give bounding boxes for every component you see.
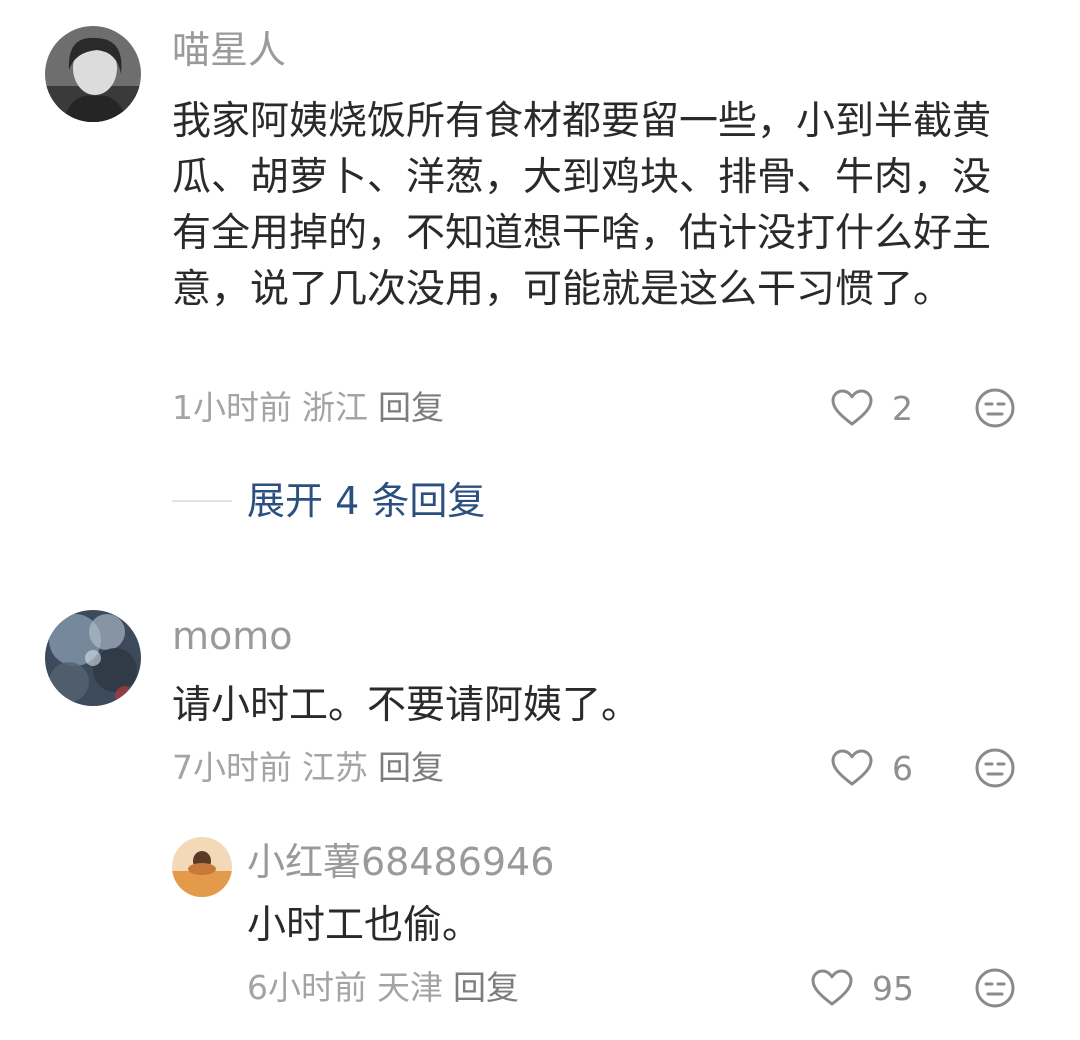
avatar-momo[interactable]	[45, 610, 141, 706]
comment-time: 1小时前	[172, 388, 292, 427]
comment-location: 江苏	[302, 748, 368, 787]
reply-location: 天津	[377, 968, 443, 1007]
expand-divider	[172, 500, 232, 502]
neutral-face-icon	[975, 748, 1015, 788]
comment-time: 7小时前	[172, 748, 292, 787]
comment-meta: 1小时前 浙江 回复	[172, 388, 454, 428]
avatar-miaoxingren[interactable]	[45, 26, 141, 122]
reply-button[interactable]: 回复	[378, 388, 444, 427]
expand-replies-button[interactable]: 展开 4 条回复	[247, 478, 485, 524]
reply-time: 6小时前	[247, 968, 367, 1007]
reply-meta: 6小时前 天津 回复	[247, 968, 529, 1008]
comment-username[interactable]: 喵星人	[172, 28, 286, 72]
user-photo-image	[45, 610, 141, 706]
reply-username[interactable]: 小红薯68486946	[247, 840, 554, 884]
user-photo-image	[172, 837, 232, 897]
reply-button[interactable]: 回复	[453, 968, 519, 1007]
heart-outline-icon	[831, 389, 873, 426]
neutral-face-icon	[975, 388, 1015, 428]
neutral-face-icon	[975, 968, 1015, 1008]
like-count: 95	[872, 968, 914, 1008]
like-button[interactable]: 2	[830, 386, 913, 430]
comment-location: 浙江	[302, 388, 368, 427]
comment-username[interactable]: momo	[172, 614, 293, 658]
like-count: 2	[892, 388, 913, 428]
user-photo-image	[45, 26, 141, 122]
comment-meta: 7小时前 江苏 回复	[172, 748, 454, 788]
heart-outline-icon	[831, 749, 873, 786]
reply-button[interactable]: 回复	[378, 748, 444, 787]
like-button[interactable]: 95	[810, 966, 914, 1010]
like-count: 6	[892, 748, 913, 788]
dislike-button[interactable]	[974, 387, 1016, 429]
dislike-button[interactable]	[974, 747, 1016, 789]
comment-text: 我家阿姨烧饭所有食材都要留一些，小到半截黄瓜、胡萝卜、洋葱，大到鸡块、排骨、牛肉…	[172, 99, 992, 312]
like-button[interactable]: 6	[830, 746, 913, 790]
comment-text: 请小时工。不要请阿姨了。	[172, 683, 641, 728]
dislike-button[interactable]	[974, 967, 1016, 1009]
avatar-xiaohongshu[interactable]	[172, 837, 232, 897]
reply-text: 小时工也偷。	[247, 903, 482, 948]
heart-outline-icon	[811, 969, 853, 1006]
